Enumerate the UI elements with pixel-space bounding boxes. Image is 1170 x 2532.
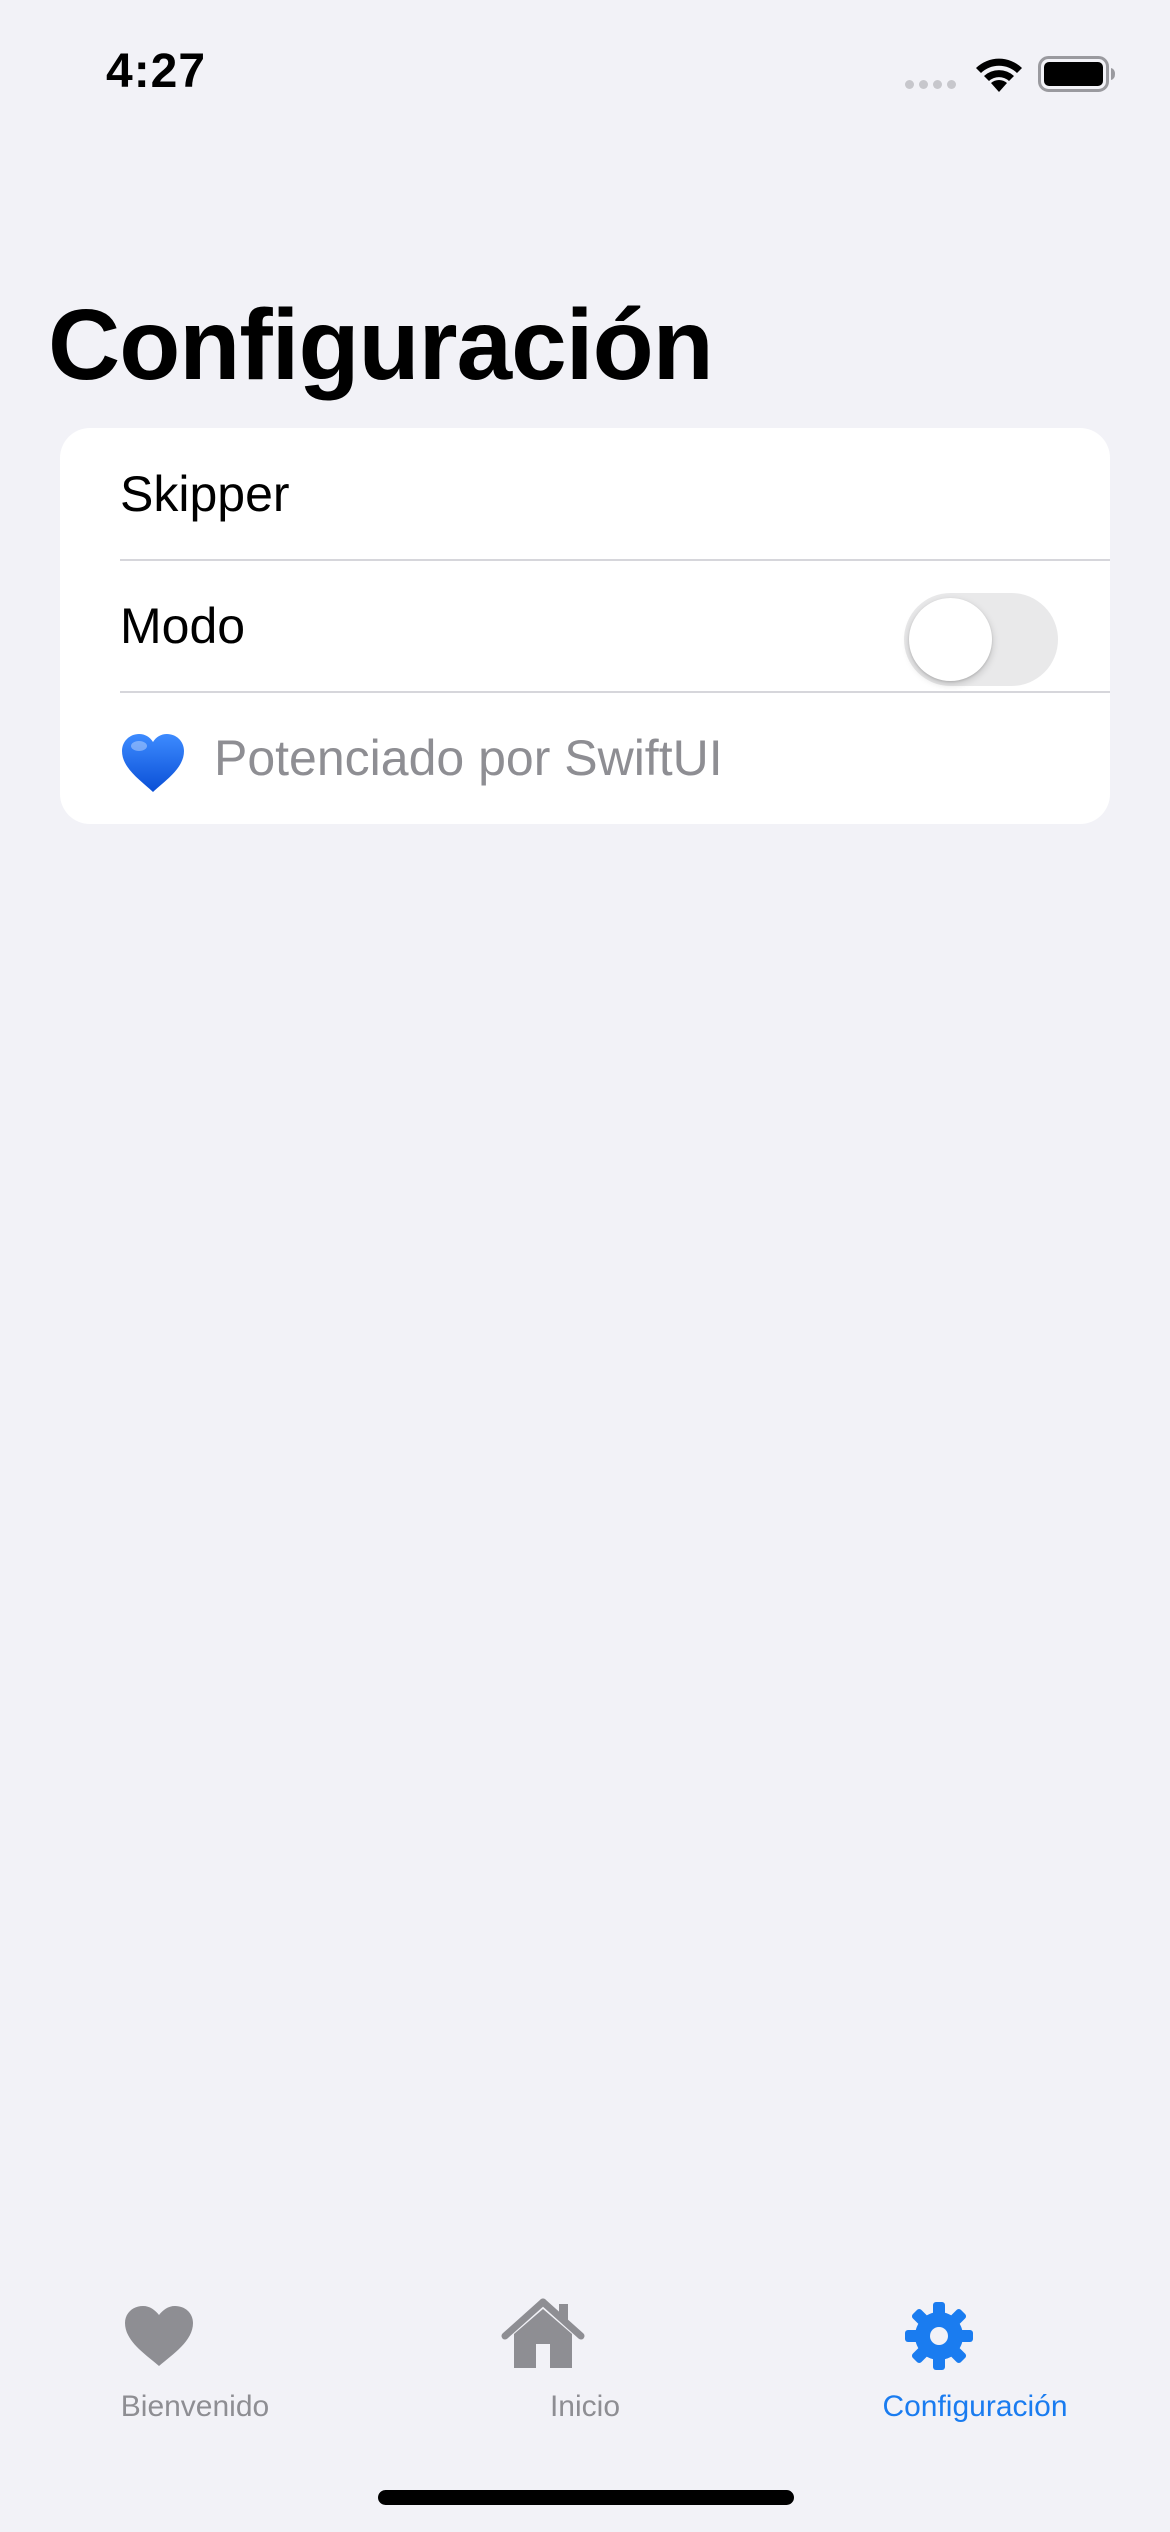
tab-label: Configuración	[882, 2390, 1068, 2423]
page-title: Configuración	[48, 289, 714, 401]
blue-heart-emoji-icon	[122, 734, 184, 792]
gear-icon	[905, 2302, 973, 2370]
tab-configuracion[interactable]: Configuración	[780, 2270, 1170, 2430]
cellular-signal-icon	[905, 80, 956, 89]
settings-row-skipper[interactable]: Skipper	[60, 428, 1110, 560]
toggle-knob	[909, 598, 992, 681]
home-indicator[interactable]	[378, 2490, 794, 2505]
status-bar: 4:27	[0, 0, 1170, 150]
tab-label: Bienvenido	[120, 2390, 270, 2423]
wifi-icon	[976, 58, 1022, 92]
house-icon	[501, 2298, 585, 2368]
heart-icon	[125, 2306, 193, 2366]
status-time: 4:27	[106, 45, 207, 98]
settings-list: Skipper Modo Potenciado por SwiftUI	[60, 428, 1110, 824]
settings-row-label: Skipper	[120, 466, 290, 522]
settings-row-modo: Modo	[60, 560, 1110, 692]
tab-label: Inicio	[549, 2390, 621, 2423]
settings-row-powered-by: Potenciado por SwiftUI	[60, 692, 1110, 824]
battery-icon	[1038, 56, 1115, 92]
tab-inicio[interactable]: Inicio	[390, 2270, 780, 2430]
settings-row-label: Modo	[120, 598, 246, 654]
tab-bienvenido[interactable]: Bienvenido	[0, 2270, 390, 2430]
powered-by-text: Potenciado por SwiftUI	[214, 730, 723, 786]
modo-toggle[interactable]	[904, 593, 1058, 686]
